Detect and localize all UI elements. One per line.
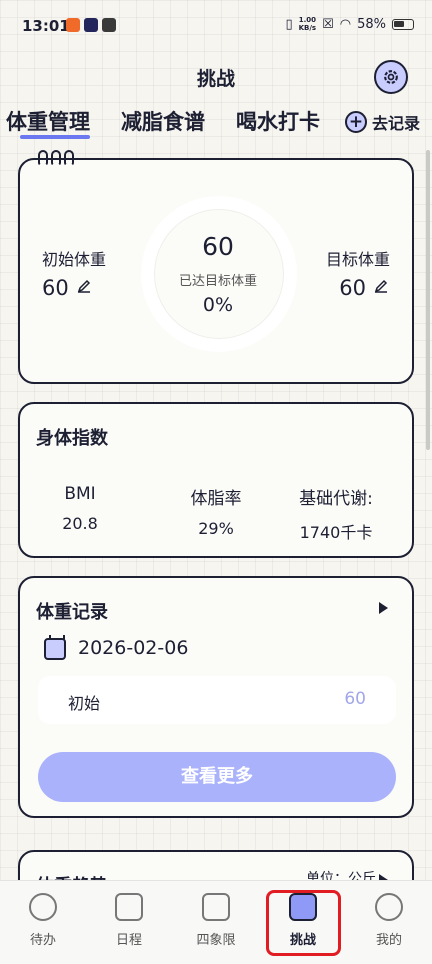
calendar-check-icon [115, 893, 143, 921]
tab-active-indicator [20, 135, 90, 139]
metric-label: 体脂率 [190, 489, 242, 509]
initial-weight-value: 60 [42, 276, 69, 300]
app-notification-icon [66, 18, 80, 32]
weight-record-title: 体重记录 [36, 602, 108, 623]
plus-icon: + [344, 111, 367, 133]
sim-off-icon: ☒ [322, 16, 334, 32]
nav-item-todo[interactable]: 待办 [8, 893, 78, 948]
nav-label: 我的 [375, 933, 402, 948]
tab-water-checkin[interactable]: 喝水打卡 [236, 106, 320, 136]
nav-item-profile[interactable]: 我的 [354, 893, 424, 948]
battery-icon [392, 18, 414, 30]
nav-label: 日程 [115, 933, 142, 948]
net-speed: 1.00 KB/s [299, 16, 316, 32]
initial-weight-label: 初始体重 [42, 250, 107, 269]
wifi-icon: ◠ [339, 16, 352, 32]
body-index-title: 身体指数 [36, 428, 108, 449]
weight-progress-card: 60 已达目标体重 0% 初始体重 60 目标体重 60 [18, 150, 414, 384]
record-row-label: 初始 [68, 694, 101, 713]
weight-record-card: 体重记录 2026-02-06 初始 60 查看更多 [18, 576, 414, 818]
tab-fat-loss-recipes[interactable]: 减脂食谱 [121, 106, 205, 136]
edit-initial-weight-button[interactable] [77, 279, 91, 297]
metric-value: 29% [198, 519, 234, 538]
record-date[interactable]: 2026-02-06 [78, 637, 188, 659]
scrollbar[interactable] [426, 150, 430, 450]
metric-label: BMI [64, 484, 96, 504]
edit-target-weight-button[interactable] [374, 279, 388, 297]
gear-icon [29, 893, 57, 921]
metric-value: 20.8 [62, 514, 98, 533]
metric-bmi: BMI 20.8 [20, 484, 140, 533]
initial-weight: 60 [42, 276, 91, 300]
status-bar: 13:01 ▯ 1.00 KB/s ☒ ◠ 58% [0, 0, 432, 50]
bottom-nav: 待办 日程 四象限 挑战 我的 [0, 880, 432, 964]
vibrate-icon: ▯ [285, 16, 293, 32]
pencil-icon [77, 279, 90, 293]
book-icon [202, 893, 230, 921]
pencil-icon [374, 279, 388, 293]
settings-button[interactable] [374, 60, 408, 94]
page-title: 挑战 [196, 68, 235, 90]
metric-body-fat: 体脂率 29% [156, 484, 276, 538]
tab-weight-management[interactable]: 体重管理 [6, 106, 90, 136]
tab-bar: 体重管理 减脂食谱 喝水打卡 + 去记录 [6, 106, 426, 140]
nav-label: 四象限 [196, 933, 236, 948]
record-row-value: 60 [344, 689, 366, 709]
list-item[interactable]: 初始 60 [38, 676, 396, 724]
calendar-icon[interactable] [44, 635, 66, 660]
video-notification-icon [84, 18, 98, 32]
play-arrow-icon[interactable] [379, 602, 388, 614]
add-record-label: 去记录 [371, 114, 420, 133]
target-weight-value: 60 [339, 276, 366, 300]
net-speed-unit: KB/s [298, 24, 317, 32]
link-notification-icon [102, 18, 116, 32]
person-icon [375, 893, 403, 921]
spiral-binding-icon [38, 150, 74, 166]
status-time: 13:01 [22, 17, 70, 35]
target-weight-label: 目标体重 [325, 250, 390, 269]
notification-icons [66, 18, 116, 32]
metric-basal-metabolism: 基础代谢: 1740千卡 [276, 484, 396, 543]
gear-icon [384, 70, 398, 84]
nav-label: 待办 [29, 933, 56, 948]
view-more-button[interactable]: 查看更多 [38, 752, 396, 802]
body-index-card: 身体指数 BMI 20.8 体脂率 29% 基础代谢: 1740千卡 [18, 402, 414, 558]
metric-value: 1740千卡 [299, 523, 373, 542]
nav-item-quadrant[interactable]: 四象限 [181, 893, 251, 948]
net-speed-value: 1.00 [298, 16, 316, 24]
battery-percent: 58% [357, 16, 386, 32]
target-weight: 60 [339, 276, 388, 300]
status-right: ▯ 1.00 KB/s ☒ ◠ 58% [285, 16, 414, 32]
highlight-box [266, 890, 341, 956]
add-record-button[interactable]: + 去记录 [344, 110, 420, 134]
nav-item-schedule[interactable]: 日程 [94, 893, 164, 948]
metric-label: 基础代谢: [299, 489, 373, 509]
